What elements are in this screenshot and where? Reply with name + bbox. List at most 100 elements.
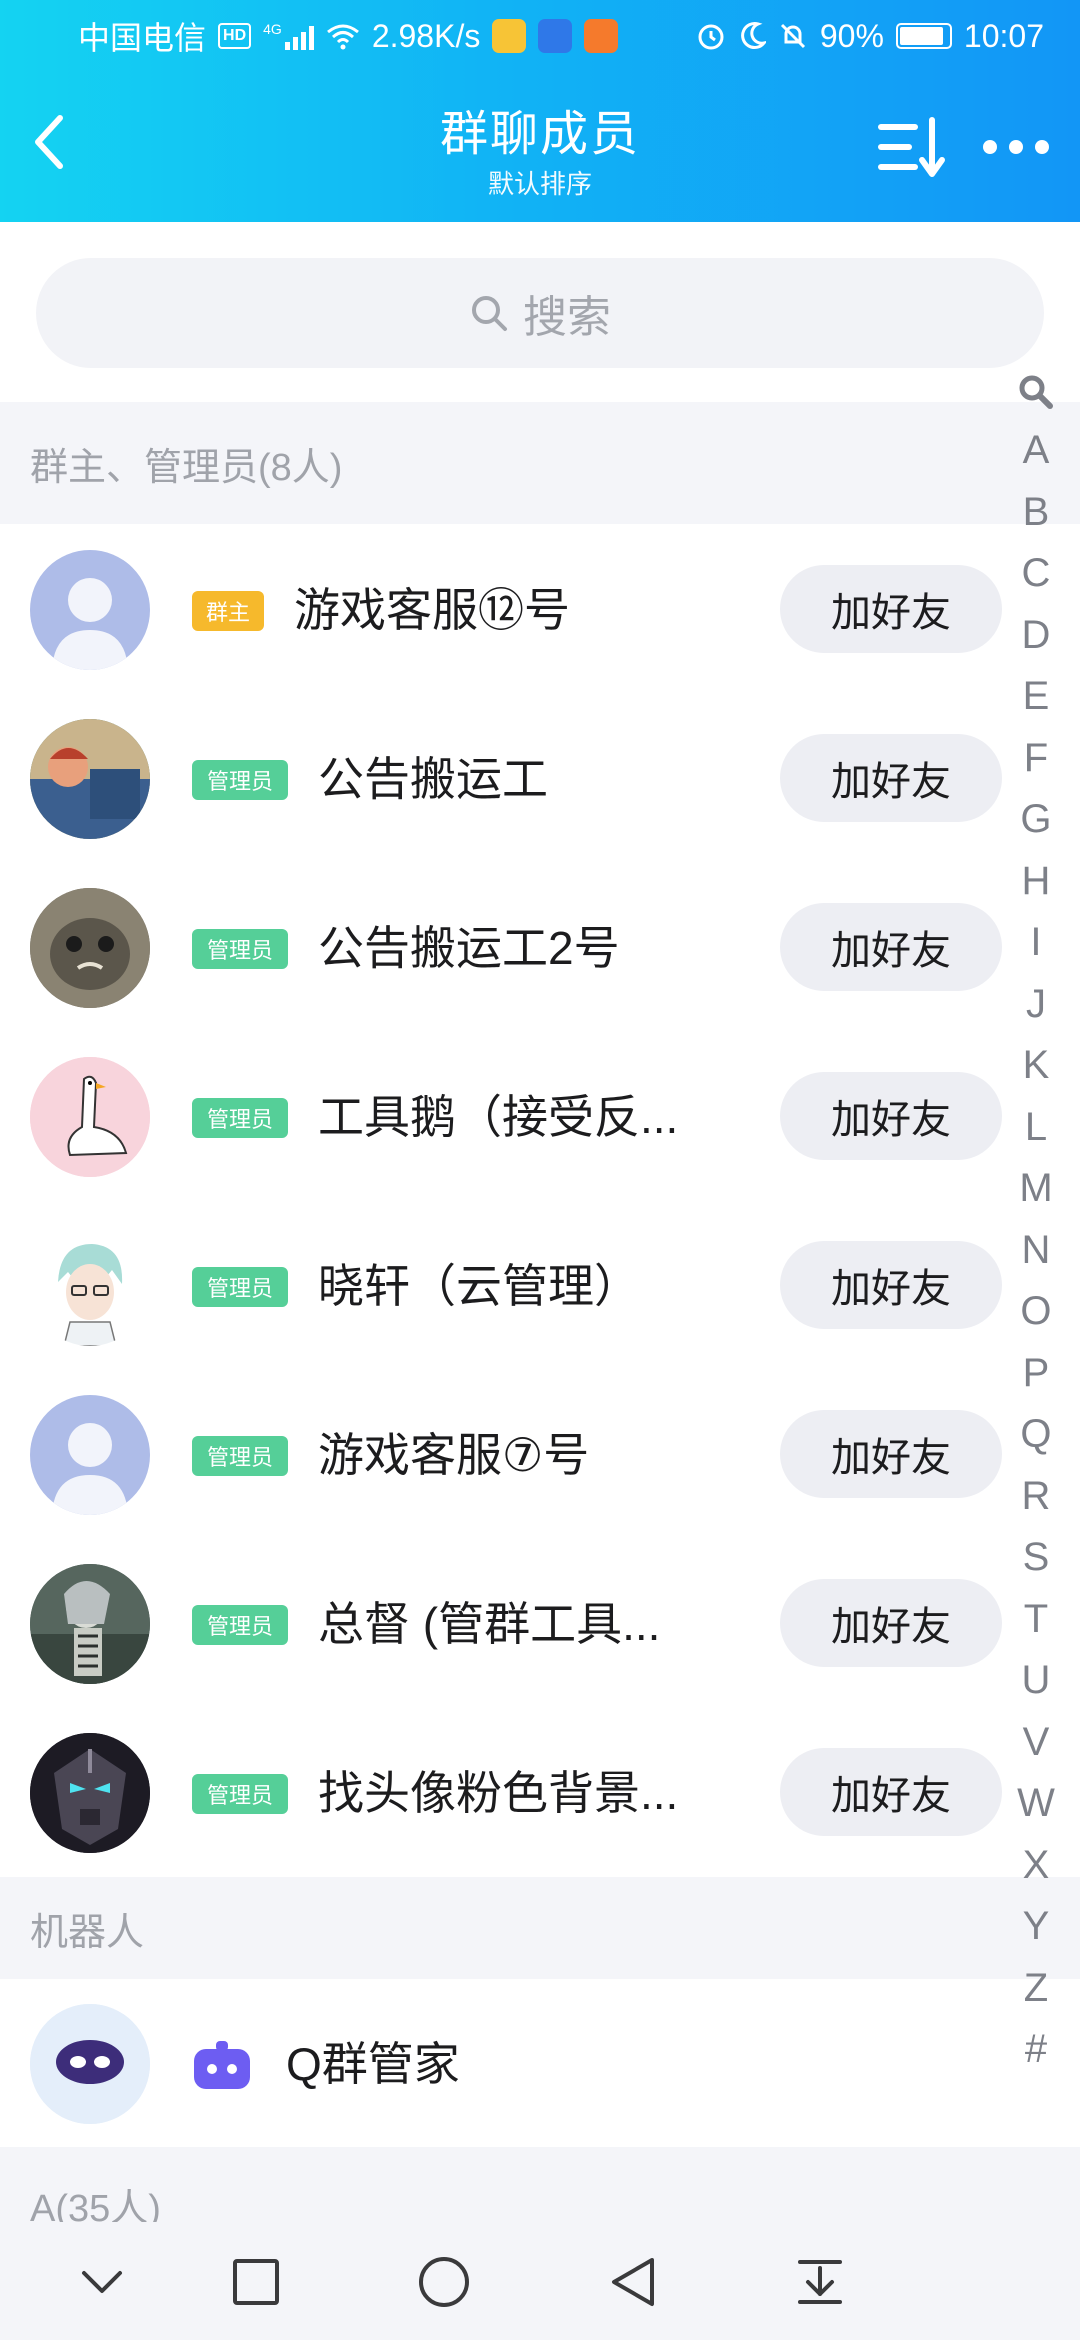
- robot-row[interactable]: Q群管家: [0, 1979, 1000, 2147]
- avatar: [30, 719, 150, 839]
- section-title: 群主、管理员(8人): [30, 446, 343, 489]
- avatar: [30, 1226, 150, 1346]
- status-bar: 中国电信 HD 4G 2.98K/s 90% 10:07: [0, 0, 1080, 72]
- battery-percent: 90%: [819, 17, 884, 54]
- avatar: [30, 1733, 150, 1853]
- wifi-icon: [326, 24, 359, 50]
- role-badge: 管理员: [192, 929, 288, 969]
- index-letter[interactable]: K: [1017, 1035, 1055, 1097]
- index-letter[interactable]: Z: [1017, 1958, 1055, 2020]
- back-nav-button[interactable]: [592, 2242, 672, 2322]
- index-letter[interactable]: S: [1017, 1527, 1055, 1589]
- index-letters: A B C D E F G H I J K L M N O P Q R S T U V W X Y Z #: [1017, 420, 1055, 2081]
- member-name: 游戏客服⑦号: [318, 1429, 590, 1481]
- index-letter[interactable]: H: [1017, 851, 1055, 913]
- index-letter[interactable]: F: [1017, 728, 1055, 790]
- hide-nav-button[interactable]: [62, 2242, 142, 2322]
- member-row[interactable]: 管理员 晓轩（云管理） 加好友: [0, 1201, 1002, 1370]
- index-letter[interactable]: O: [1017, 1281, 1055, 1343]
- member-name: 公告搬运工: [318, 753, 548, 805]
- search-input[interactable]: 搜索: [36, 258, 1044, 368]
- index-letter[interactable]: E: [1017, 666, 1055, 728]
- circle-icon: [419, 2257, 469, 2307]
- role-badge: 管理员: [192, 1774, 288, 1814]
- add-friend-button[interactable]: 加好友: [780, 565, 1002, 653]
- section-header-admins: 群主、管理员(8人): [0, 402, 1080, 524]
- index-letter[interactable]: G: [1017, 789, 1055, 851]
- section-title: 机器人: [30, 1911, 145, 1954]
- hd-badge: HD: [218, 23, 252, 49]
- index-letter[interactable]: X: [1017, 1835, 1055, 1897]
- role-badge: 管理员: [192, 1605, 288, 1645]
- robot-avatar: [30, 2004, 150, 2124]
- triangle-back-icon: [612, 2258, 654, 2306]
- add-friend-button[interactable]: 加好友: [780, 1410, 1002, 1498]
- member-row[interactable]: 管理员 公告搬运工2号 加好友: [0, 863, 1002, 1032]
- home-button[interactable]: [404, 2242, 484, 2322]
- more-button[interactable]: [976, 112, 1056, 182]
- member-name: 找头像粉色背景...: [318, 1767, 679, 1819]
- member-row[interactable]: 群主 游戏客服⑫号 加好友: [0, 525, 1002, 694]
- member-row[interactable]: 管理员 工具鹅（接受反... 加好友: [0, 1032, 1002, 1201]
- add-friend-button[interactable]: 加好友: [780, 1748, 1002, 1836]
- more-dots-icon: [983, 140, 1049, 154]
- index-search-icon[interactable]: [1016, 364, 1056, 420]
- index-letter[interactable]: N: [1017, 1220, 1055, 1282]
- square-icon: [233, 2259, 279, 2305]
- section-header-robots: 机器人: [0, 1877, 1080, 1979]
- add-friend-button[interactable]: 加好友: [780, 903, 1002, 991]
- search-placeholder: 搜索: [523, 293, 611, 342]
- index-letter[interactable]: W: [1017, 1773, 1055, 1835]
- add-friend-button[interactable]: 加好友: [780, 1579, 1002, 1667]
- index-letter[interactable]: I: [1017, 912, 1055, 974]
- index-letter[interactable]: P: [1017, 1343, 1055, 1405]
- network-label: 4G: [263, 21, 282, 37]
- index-letter[interactable]: D: [1017, 605, 1055, 667]
- net-speed: 2.98K/s: [371, 17, 481, 54]
- notification-pull-button[interactable]: [780, 2242, 860, 2322]
- member-name: 工具鹅（接受反...: [318, 1091, 679, 1143]
- sort-button[interactable]: [872, 112, 948, 182]
- member-row[interactable]: 管理员 游戏客服⑦号 加好友: [0, 1370, 1002, 1539]
- index-letter[interactable]: B: [1017, 482, 1055, 544]
- avatar: [30, 1395, 150, 1515]
- sort-list-icon: [878, 117, 945, 177]
- header: 中国电信 HD 4G 2.98K/s 90% 10:07 群聊成员 默认排序: [0, 0, 1080, 222]
- robot-icon: [194, 2041, 250, 2089]
- member-row[interactable]: 管理员 找头像粉色背景... 加好友: [0, 1708, 1002, 1877]
- index-letter[interactable]: R: [1017, 1466, 1055, 1528]
- index-letter[interactable]: Q: [1017, 1404, 1055, 1466]
- recents-button[interactable]: [216, 2242, 296, 2322]
- chevron-down-icon: [82, 2271, 122, 2293]
- system-nav-bar: [0, 2222, 1080, 2340]
- index-letter[interactable]: U: [1017, 1650, 1055, 1712]
- index-letter[interactable]: Y: [1017, 1896, 1055, 1958]
- index-letter[interactable]: C: [1017, 543, 1055, 605]
- add-friend-button[interactable]: 加好友: [780, 734, 1002, 822]
- member-name: 晓轩（云管理）: [318, 1260, 640, 1312]
- index-letter[interactable]: #: [1017, 2019, 1055, 2081]
- pull-down-icon: [798, 2260, 842, 2304]
- index-letter[interactable]: V: [1017, 1712, 1055, 1774]
- role-badge: 管理员: [192, 1436, 288, 1476]
- member-row[interactable]: 管理员 公告搬运工 加好友: [0, 694, 1002, 863]
- index-letter[interactable]: L: [1017, 1097, 1055, 1159]
- index-letter[interactable]: A: [1017, 420, 1055, 482]
- alphabet-index[interactable]: A B C D E F G H I J K L M N O P Q R S T U V W X Y Z #: [1008, 364, 1064, 2081]
- uc-browser-icon: [584, 19, 619, 53]
- role-badge: 管理员: [192, 1267, 288, 1307]
- role-badge: 管理员: [192, 760, 288, 800]
- member-name: 总督 (管群工具...: [318, 1598, 661, 1650]
- index-letter[interactable]: J: [1017, 974, 1055, 1036]
- index-letter[interactable]: M: [1017, 1158, 1055, 1220]
- signal-icon: 4G: [263, 22, 314, 50]
- index-letter[interactable]: T: [1017, 1589, 1055, 1651]
- add-friend-button[interactable]: 加好友: [780, 1241, 1002, 1329]
- title-bar: 群聊成员 默认排序: [0, 72, 1080, 222]
- member-row[interactable]: 管理员 总督 (管群工具... 加好友: [0, 1539, 1002, 1708]
- avatar: [30, 888, 150, 1008]
- avatar: [30, 1564, 150, 1684]
- weibo-icon: [492, 19, 527, 53]
- avatar: [30, 550, 150, 670]
- add-friend-button[interactable]: 加好友: [780, 1072, 1002, 1160]
